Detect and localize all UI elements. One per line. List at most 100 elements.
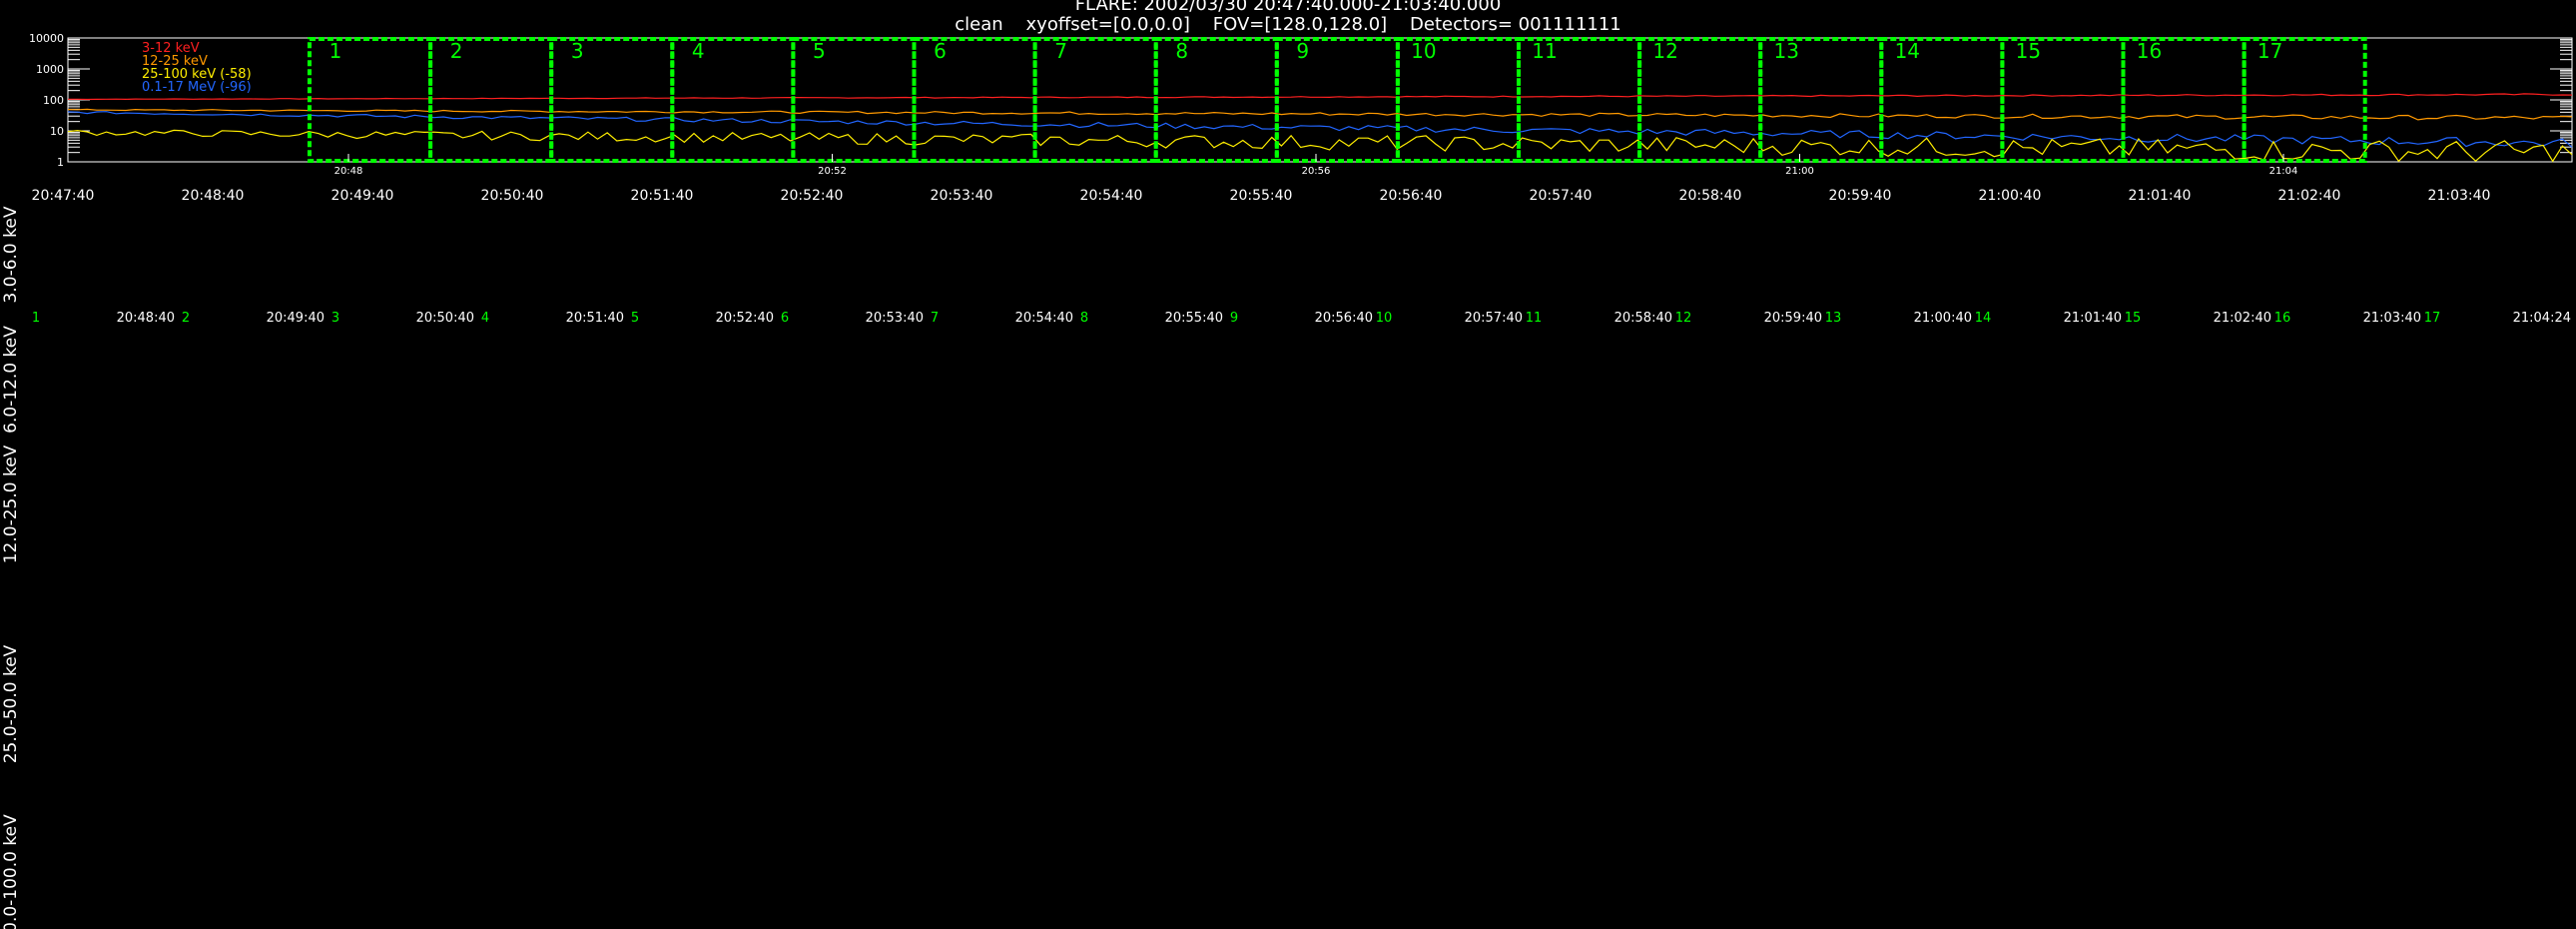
plot-frame [67,37,2573,163]
interval-row-number: 7 [931,311,939,326]
interval-number: 4 [692,39,705,63]
time-axis-label: 20:59:40 [1829,188,1892,204]
energy-band-label: 50.0-100.0 keV [1,814,21,929]
time-axis-label: 20:55:40 [1230,188,1293,204]
time-axis-label: 20:53:40 [931,188,993,204]
interval-row-time: 20:48:40 [117,311,175,326]
energy-band-label: 6.0-12.0 keV [1,326,21,434]
series-line [67,111,2573,148]
energy-band-label: 3.0-6.0 keV [1,206,21,303]
time-axis-label: 20:58:40 [1679,188,1742,204]
interval-row-time: 21:01:40 [2064,311,2122,326]
time-axis-label: 20:50:40 [481,188,544,204]
interval-row-number: 16 [2274,311,2291,326]
interval-number: 16 [2137,39,2162,63]
interval-row-time: 21:00:40 [1914,311,1972,326]
interval-box[interactable] [1153,37,1279,163]
series-line [67,129,2573,163]
interval-row-time: 20:58:40 [1614,311,1672,326]
interval-row-time: 20:51:40 [566,311,624,326]
interval-number: 8 [1175,39,1188,63]
time-axis-label: 21:02:40 [2278,188,2341,204]
interval-row-number: 1 [32,311,40,326]
interval-box[interactable] [308,37,433,163]
interval-number: 3 [571,39,584,63]
interval-row-time: 21:02:40 [2214,311,2271,326]
interval-number: 11 [1532,39,1557,63]
time-axis-label: 21:03:40 [2428,188,2491,204]
interval-number: 2 [450,39,463,63]
interval-number: 7 [1054,39,1067,63]
interval-number: 12 [1652,39,1677,63]
interval-row-number: 3 [331,311,339,326]
figure-subtitle: clean xyoffset=[0.0,0.0] FOV=[128.0,128.… [955,14,1621,35]
interval-number: 6 [934,39,947,63]
time-axis-label: 20:49:40 [331,188,394,204]
series-lines [67,93,2573,163]
time-axis-label: 21:00:40 [1979,188,2042,204]
interval-row-time: 20:57:40 [1465,311,1523,326]
x-tick-label: 21:00 [1785,166,1814,177]
interval-number: 17 [2257,39,2282,63]
interval-number: 10 [1411,39,1436,63]
x-tick-label: 20:52 [818,166,847,177]
interval-row-number: 8 [1080,311,1088,326]
interval-box[interactable] [428,37,554,163]
time-axis-label: 20:56:40 [1380,188,1443,204]
x-tick-label: 20:48 [334,166,363,177]
y-tick-label: 10000 [29,32,64,45]
y-tick-label: 1000 [36,63,64,76]
interval-row-number: 17 [2424,311,2441,326]
interval-row-time: 20:59:40 [1764,311,1822,326]
interval-row: 1 2 3 4 5 6 7 8 9 10 11 12 13 14 15 16 1720:48:40 20:49:4… [32,311,2571,326]
x-tick-label: 21:04 [2269,166,2298,177]
series-line [67,108,2573,121]
interval-row-number: 5 [631,311,639,326]
energy-band-label: 12.0-25.0 keV [1,445,21,563]
y-tick-label: 10 [50,125,64,138]
interval-row-time: 20:55:40 [1165,311,1223,326]
time-axis-label: 20:57:40 [1530,188,1593,204]
interval-row-number: 9 [1230,311,1238,326]
y-tick-label: 100 [43,94,64,107]
time-axis-label: 20:52:40 [781,188,844,204]
interval-row-number: 4 [481,311,489,326]
interval-number: 9 [1296,39,1309,63]
interval-row-time: 20:53:40 [866,311,924,326]
interval-row-time: 21:04:24 [2513,311,2571,326]
interval-row-time: 20:52:40 [716,311,774,326]
interval-number: 5 [813,39,826,63]
energy-band-label: 25.0-50.0 keV [1,644,21,763]
figure-title: FLARE: 2002/03/30 20:47:40.000-21:03:40.… [1075,0,1502,15]
interval-row-number: 10 [1376,311,1393,326]
time-axis-label: 20:54:40 [1080,188,1143,204]
series-line [68,93,2573,101]
x-tick-label: 20:56 [1302,166,1331,177]
legend: 3-12 keV12-25 keV25-100 keV (-58)0.1-17 … [142,41,252,95]
interval-row-number: 11 [1526,311,1543,326]
interval-row-time: 20:49:40 [267,311,324,326]
interval-number: 15 [2016,39,2041,63]
interval-number: 13 [1773,39,1798,63]
interval-row-number: 12 [1675,311,1692,326]
time-axis-label: 21:01:40 [2129,188,2192,204]
interval-number: 1 [329,39,342,63]
time-axis-label: 20:47:40 [32,188,95,204]
interval-row-time: 20:54:40 [1015,311,1073,326]
interval-row-number: 2 [182,311,190,326]
time-axis-label: 20:51:40 [631,188,694,204]
interval-row-time: 20:50:40 [416,311,474,326]
interval-row-number: 15 [2125,311,2142,326]
time-axis-label: 20:48:40 [182,188,245,204]
interval-box[interactable] [549,37,675,163]
interval-row-number: 6 [781,311,789,326]
interval-box[interactable] [791,37,917,163]
lightcurve-figure: FLARE: 2002/03/30 20:47:40.000-21:03:40.… [1,0,2573,929]
interval-row-time: 21:03:40 [2363,311,2421,326]
energy-band-labels: 3.0-6.0 keV 6.0-12.0 keV 12.0-25.0 keV 25.0… [1,206,21,929]
interval-box[interactable] [912,37,1037,163]
legend-entry: 0.1-17 MeV (-96) [142,80,252,95]
interval-box[interactable] [670,37,796,163]
interval-number: 14 [1895,39,1920,63]
y-tick-label: 1 [57,156,64,169]
